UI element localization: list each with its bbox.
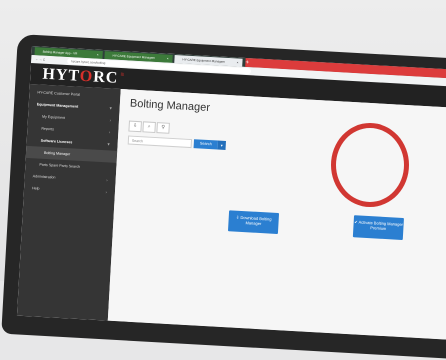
photo-background: Bolting Manager App - VR × HY-CARE Equip…	[0, 0, 446, 360]
chevron-right-icon: ›	[105, 189, 108, 195]
pin-tool-icon[interactable]: ⚲	[156, 122, 170, 134]
chevron-down-icon: ▾	[107, 141, 110, 147]
highlight-circle	[331, 123, 409, 207]
search-dropdown-icon[interactable]: ▾	[217, 140, 227, 150]
tab-close-icon[interactable]: ×	[97, 51, 99, 59]
chevron-right-icon: ›	[106, 177, 108, 183]
search-input[interactable]: Search	[127, 135, 193, 149]
menu-toggle-icon[interactable]: ≡	[120, 72, 124, 78]
chevron-right-icon: ›	[108, 129, 111, 135]
chevron-down-icon: ▾	[109, 105, 112, 111]
page-title: Bolting Manager	[129, 97, 211, 115]
sidebar: HY-CARE Customer Portal Equipment Manage…	[16, 83, 121, 321]
activate-premium-button[interactable]: ✔ Activate Bolting Manager Premium	[352, 215, 404, 240]
nav-arrows-icon[interactable]: ← → C	[35, 57, 45, 62]
search-tool-icon[interactable]: ⌕	[142, 121, 156, 134]
tab-close-icon[interactable]: ×	[167, 55, 169, 63]
chevron-right-icon: ›	[109, 117, 112, 123]
browser-tab-label: Bolting Manager App - VR	[42, 49, 78, 56]
main-content: Bolting Manager ⇩ ⌕ ⚲ Search Search ▾ ⇩ …	[107, 89, 446, 341]
tab-close-icon[interactable]: ×	[236, 58, 239, 66]
search-button[interactable]: Search	[193, 139, 219, 150]
new-tab-icon[interactable]: +	[245, 59, 249, 67]
download-tool-icon[interactable]: ⇩	[128, 120, 142, 133]
download-bolting-manager-button[interactable]: ⇩ Download Bolting Manager	[227, 210, 280, 235]
